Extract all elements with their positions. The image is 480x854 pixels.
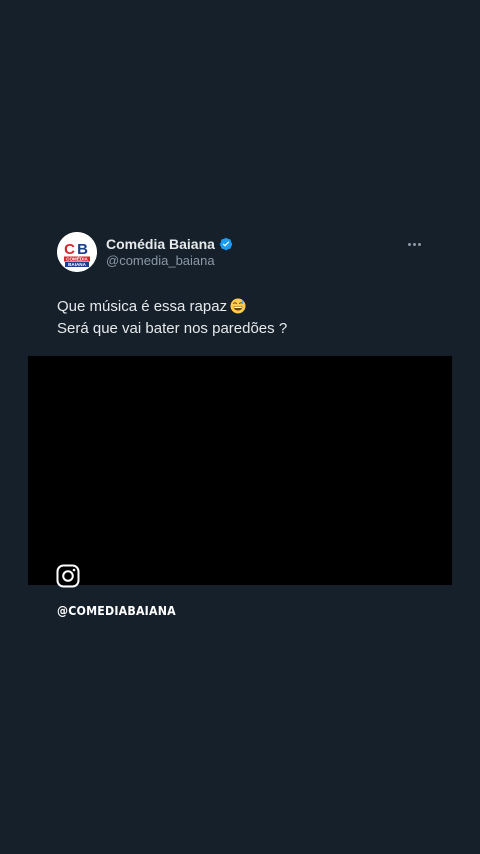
author-handle[interactable]: @comedia_baiana	[106, 253, 215, 268]
watermark-handle: @COMEDIABAIANA	[57, 604, 176, 618]
avatar[interactable]: C B COMÉDIA BAIANA	[57, 232, 97, 272]
tweet-text-line: Será que vai bater nos paredões ?	[57, 320, 288, 337]
grinning-face-with-sweat-icon	[230, 298, 246, 314]
tweet-text: Que música é essa rapaz Será que vai bat…	[57, 296, 437, 340]
instagram-icon	[56, 564, 80, 588]
more-horizontal-icon[interactable]	[402, 236, 426, 252]
logo-line1: COMÉDIA	[66, 255, 88, 262]
verified-badge-icon	[219, 237, 233, 251]
logo-letter-b: B	[77, 241, 88, 258]
media-video[interactable]	[28, 356, 452, 588]
comedia-baiana-logo: C B COMÉDIA BAIANA	[57, 232, 97, 272]
display-name[interactable]: Comédia Baiana	[106, 236, 215, 252]
tweet-card[interactable]: C B COMÉDIA BAIANA Comédia Baiana @comed…	[0, 0, 480, 854]
logo-letter-c: C	[64, 241, 75, 258]
author-name-row[interactable]: Comédia Baiana	[106, 235, 233, 253]
logo-line2: BAIANA	[68, 262, 87, 267]
tweet-text-line: Que música é essa rapaz	[57, 296, 437, 318]
